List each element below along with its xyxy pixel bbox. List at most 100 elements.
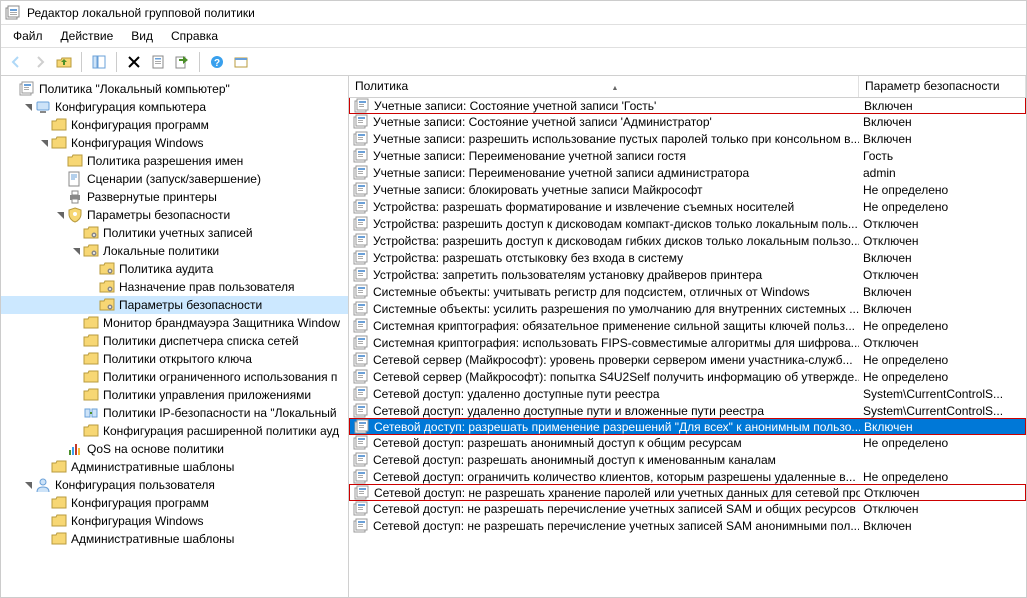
policy-row[interactable]: Учетные записи: Состояние учетной записи… (349, 113, 1026, 130)
folder-icon (83, 423, 99, 439)
tree-root[interactable]: Политика "Локальный компьютер" (1, 80, 348, 98)
tree-item[interactable]: Локальные политики (1, 242, 348, 260)
tree-item[interactable]: Политики учетных записей (1, 224, 348, 242)
twisty-none (69, 370, 83, 384)
tree-item[interactable]: Политики открытого ключа (1, 350, 348, 368)
tree-pane[interactable]: Политика "Локальный компьютер"Конфигурац… (1, 76, 349, 597)
twisty-open-icon[interactable] (37, 136, 51, 150)
policy-row[interactable]: Сетевой доступ: удаленно доступные пути … (349, 385, 1026, 402)
policy-row[interactable]: Устройства: разрешить доступ к дисковода… (349, 232, 1026, 249)
twisty-none (69, 226, 83, 240)
policy-label: Сетевой доступ: разрешать анонимный дост… (373, 453, 776, 467)
tree-item[interactable]: Конфигурация расширенной политики ауд (1, 422, 348, 440)
user-icon (35, 477, 51, 493)
tree-item[interactable]: Политики ограниченного использования п (1, 368, 348, 386)
folder-icon (51, 117, 67, 133)
toolbar-extra-button[interactable] (230, 51, 252, 73)
tree-item[interactable]: Политики управления приложениями (1, 386, 348, 404)
menu-file[interactable]: Файл (5, 27, 51, 45)
tree-item[interactable]: Административные шаблоны (1, 458, 348, 476)
tree-item[interactable]: Сценарии (запуск/завершение) (1, 170, 348, 188)
svg-text:?: ? (214, 58, 220, 69)
policy-value: Не определено (859, 319, 1026, 333)
policy-row[interactable]: Учетные записи: блокировать учетные запи… (349, 181, 1026, 198)
policy-value: Не определено (859, 200, 1026, 214)
policy-label: Учетные записи: Состояние учетной записи… (373, 115, 712, 129)
tree-item[interactable]: Конфигурация пользователя (1, 476, 348, 494)
policy-row[interactable]: Сетевой сервер (Майкрософт): уровень про… (349, 351, 1026, 368)
policy-row[interactable]: Системная криптография: использовать FIP… (349, 334, 1026, 351)
content-body: Политика "Локальный компьютер"Конфигурац… (1, 76, 1026, 597)
tree-item[interactable]: Конфигурация программ (1, 494, 348, 512)
policy-label: Устройства: запретить пользователям уста… (373, 268, 762, 282)
twisty-none (37, 532, 51, 546)
tree-item[interactable]: Политика разрешения имен (1, 152, 348, 170)
twisty-open-icon[interactable] (21, 100, 35, 114)
policy-row[interactable]: Сетевой доступ: не разрешать перечислени… (349, 517, 1026, 534)
col-header-param[interactable]: Параметр безопасности (859, 76, 1026, 97)
policy-label: Сетевой доступ: не разрешать перечислени… (373, 502, 859, 516)
tree-item[interactable]: Параметры безопасности (1, 206, 348, 224)
policy-label: Сетевой сервер (Майкрософт): уровень про… (373, 353, 853, 367)
policy-row[interactable]: Системная криптография: обязательное при… (349, 317, 1026, 334)
tree-item[interactable]: Политики IP-безопасности на "Локальный (1, 404, 348, 422)
policy-value: Не определено (859, 370, 1026, 384)
policy-row[interactable]: Устройства: разрешать отстыковку без вхо… (349, 249, 1026, 266)
tree-item[interactable]: QoS на основе политики (1, 440, 348, 458)
policy-row[interactable]: Сетевой доступ: ограничить количество кл… (349, 468, 1026, 485)
policy-row[interactable]: Сетевой доступ: удаленно доступные пути … (349, 402, 1026, 419)
tree-item[interactable]: Политика аудита (1, 260, 348, 278)
col-header-policy[interactable]: Политика ▲ (349, 76, 859, 97)
tree-item[interactable]: Конфигурация Windows (1, 134, 348, 152)
policy-row[interactable]: Сетевой сервер (Майкрософт): попытка S4U… (349, 368, 1026, 385)
export-list-button[interactable] (171, 51, 193, 73)
policy-row[interactable]: Системные объекты: учитывать регистр для… (349, 283, 1026, 300)
forward-button[interactable] (29, 51, 51, 73)
policy-row[interactable]: Устройства: разрешать форматирование и и… (349, 198, 1026, 215)
policy-row[interactable]: Устройства: разрешить доступ к дисковода… (349, 215, 1026, 232)
tree-item[interactable]: Конфигурация программ (1, 116, 348, 134)
policy-row[interactable]: Системные объекты: усилить разрешения по… (349, 300, 1026, 317)
policy-doc-icon (19, 81, 35, 97)
policy-row[interactable]: Учетные записи: разрешить использование … (349, 130, 1026, 147)
tree-item[interactable]: Конфигурация Windows (1, 512, 348, 530)
list-body[interactable]: Учетные записи: Состояние учетной записи… (349, 98, 1026, 597)
tree-item[interactable]: Монитор брандмауэра Защитника Window (1, 314, 348, 332)
policy-item-icon (354, 98, 370, 114)
policy-row[interactable]: Сетевой доступ: разрешать анонимный дост… (349, 451, 1026, 468)
delete-button[interactable] (123, 51, 145, 73)
policy-row[interactable]: Учетные записи: Состояние учетной записи… (349, 98, 1026, 114)
tree-item[interactable]: Параметры безопасности (1, 296, 348, 314)
policy-row[interactable]: Учетные записи: Переименование учетной з… (349, 147, 1026, 164)
policy-value: admin (859, 166, 1026, 180)
policy-row[interactable]: Сетевой доступ: разрешать анонимный дост… (349, 434, 1026, 451)
folder-gear-icon (99, 297, 115, 313)
tree-item[interactable]: Назначение прав пользователя (1, 278, 348, 296)
twisty-open-icon[interactable] (69, 244, 83, 258)
policy-row[interactable]: Сетевой доступ: разрешать применение раз… (349, 418, 1026, 435)
tree-item[interactable]: Развернутые принтеры (1, 188, 348, 206)
properties-button[interactable] (147, 51, 169, 73)
policy-row[interactable]: Сетевой доступ: не разрешать хранение па… (349, 484, 1026, 501)
policy-row[interactable]: Сетевой доступ: не разрешать перечислени… (349, 500, 1026, 517)
policy-row[interactable]: Учетные записи: Переименование учетной з… (349, 164, 1026, 181)
tree-item[interactable]: Конфигурация компьютера (1, 98, 348, 116)
show-hide-tree-button[interactable] (88, 51, 110, 73)
policy-label: Сетевой доступ: не разрешать хранение па… (374, 486, 860, 500)
menu-action[interactable]: Действие (53, 27, 122, 45)
policy-label: Сетевой доступ: удаленно доступные пути … (373, 387, 660, 401)
policy-row[interactable]: Устройства: запретить пользователям уста… (349, 266, 1026, 283)
twisty-open-icon[interactable] (53, 208, 67, 222)
tree-item[interactable]: Политики диспетчера списка сетей (1, 332, 348, 350)
tree-item-label: Политики открытого ключа (103, 352, 252, 366)
folder-icon (83, 369, 99, 385)
tree-item[interactable]: Административные шаблоны (1, 530, 348, 548)
twisty-none (37, 118, 51, 132)
back-button[interactable] (5, 51, 27, 73)
up-button[interactable] (53, 51, 75, 73)
twisty-open-icon[interactable] (21, 478, 35, 492)
menu-view[interactable]: Вид (123, 27, 161, 45)
policy-value: Отключен (859, 268, 1026, 282)
menu-help[interactable]: Справка (163, 27, 226, 45)
help-button[interactable]: ? (206, 51, 228, 73)
